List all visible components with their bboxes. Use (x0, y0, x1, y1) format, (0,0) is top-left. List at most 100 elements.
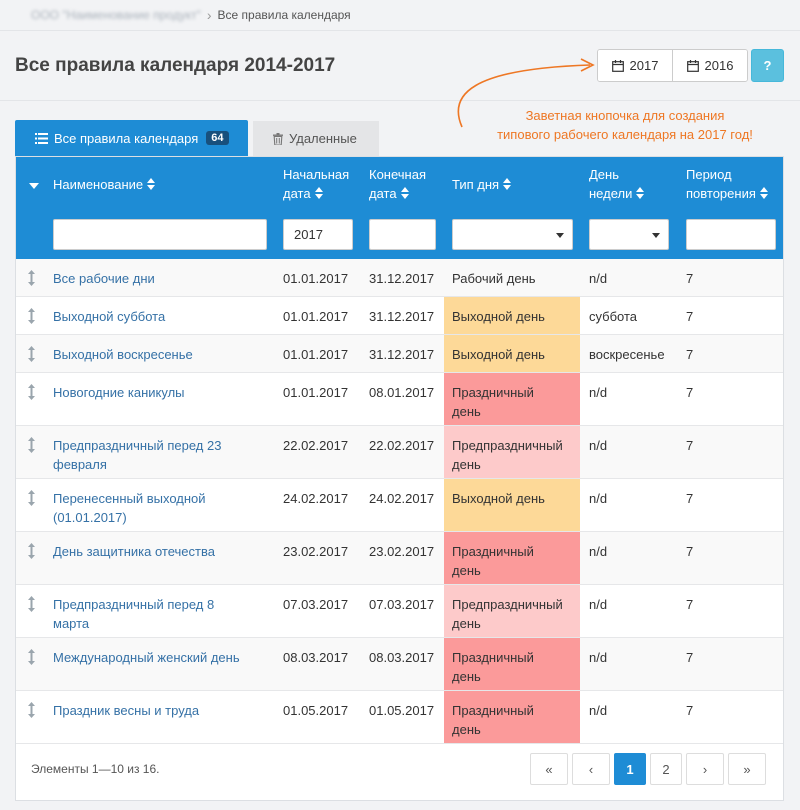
cell-period-text: 7 (686, 491, 694, 506)
cell-start-text: 01.01.2017 (283, 385, 349, 400)
breadcrumb-org-link[interactable]: ООО "Наименование продукт" (31, 8, 201, 22)
cell-type: Праздничный день (444, 638, 580, 690)
filter-type-select[interactable] (452, 219, 573, 250)
pagination-page-1[interactable]: 1 (614, 753, 646, 785)
table-row[interactable]: Предпраздничный перед 8 марта 07.03.2017 07… (16, 585, 783, 638)
cell-weekday-text: n/d (589, 544, 608, 559)
cell-end: 23.02.2017 (369, 532, 449, 584)
table-row[interactable]: День защитника отечества 23.02.2017 23.02.… (16, 532, 783, 585)
cell-name[interactable]: Все рабочие дни (53, 259, 278, 296)
cell-type-text: Предпраздничный (452, 438, 563, 453)
column-header-end[interactable]: Конечная дата (369, 165, 426, 203)
cell-name[interactable]: Выходной суббота (53, 297, 278, 334)
trash-icon (273, 132, 283, 145)
table-row[interactable]: Новогодние каникулы 01.01.2017 08.01.2017 П… (16, 373, 783, 426)
help-button[interactable]: ? (751, 49, 784, 82)
cell-weekday-text: n/d (589, 438, 608, 453)
cell-start-text: 23.02.2017 (283, 544, 349, 559)
column-header-name[interactable]: Наименование (53, 175, 156, 194)
cell-start: 01.01.2017 (283, 259, 363, 296)
filter-period-input[interactable] (686, 219, 776, 250)
filter-name-input[interactable] (53, 219, 267, 250)
cell-name[interactable]: Предпраздничный перед 23 февраля (53, 426, 278, 478)
tab-all-rules[interactable]: Все правила календаря 64 (15, 120, 248, 156)
pagination-next-button[interactable]: › (686, 753, 724, 785)
drag-handle-icon[interactable] (27, 649, 36, 665)
column-header-end-line1: Конечная (369, 167, 427, 182)
chevron-down-icon (652, 233, 660, 238)
cell-name-text: февраля (53, 457, 107, 472)
cell-type-text: день (452, 457, 481, 472)
filter-end-input[interactable] (369, 219, 436, 250)
cell-period-text: 7 (686, 271, 694, 286)
cell-weekday-text: воскресенье (589, 347, 665, 362)
column-header-weekday[interactable]: День недели (589, 165, 645, 203)
table-row[interactable]: Международный женский день 08.03.2017 08.0… (16, 638, 783, 691)
cell-name[interactable]: Перенесенный выходной (01.01.2017) (53, 479, 278, 531)
drag-handle-icon[interactable] (27, 702, 36, 718)
drag-handle-icon[interactable] (27, 596, 36, 612)
filter-weekday-select[interactable] (589, 219, 669, 250)
cell-start: 01.01.2017 (283, 297, 363, 334)
drag-handle-icon[interactable] (27, 490, 36, 506)
callout-line-2: типового рабочего календаря на 2017 год! (497, 127, 753, 142)
cell-name-text: Предпраздничный перед 8 (53, 597, 215, 612)
cell-name[interactable]: Международный женский день (53, 638, 278, 690)
cell-name[interactable]: Новогодние каникулы (53, 373, 278, 425)
cell-type: Рабочий день (444, 259, 580, 296)
cell-type-text: Праздничный (452, 650, 534, 665)
table-row[interactable]: Все рабочие дни 01.01.2017 31.12.2017 Рабоч… (16, 259, 783, 297)
column-header-type[interactable]: Тип дня (452, 175, 512, 194)
year-2016-button[interactable]: 2016 (672, 50, 747, 81)
pagination-last-button[interactable]: » (728, 753, 766, 785)
drag-handle-icon[interactable] (27, 308, 36, 324)
table-row[interactable]: Предпраздничный перед 23 февраля 22.02.201… (16, 426, 783, 479)
drag-handle-icon[interactable] (27, 270, 36, 286)
pagination: « ‹ 1 2 › » (526, 753, 766, 785)
tab-deleted[interactable]: Удаленные (253, 121, 379, 156)
list-icon (35, 132, 48, 144)
cell-end-text: 07.03.2017 (369, 597, 435, 612)
cell-start: 08.03.2017 (283, 638, 363, 690)
cell-end: 22.02.2017 (369, 426, 449, 478)
table-row[interactable]: Выходной суббота 01.01.2017 31.12.2017 Выхо… (16, 297, 783, 335)
cell-start: 23.02.2017 (283, 532, 363, 584)
cell-name[interactable]: Выходной воскресенье (53, 335, 278, 372)
cell-start: 01.01.2017 (283, 373, 363, 425)
cell-weekday: n/d (589, 691, 681, 743)
pagination-prev-button[interactable]: ‹ (572, 753, 610, 785)
cell-name[interactable]: Предпраздничный перед 8 марта (53, 585, 278, 637)
callout-line-1: Заветная кнопочка для создания (525, 108, 725, 123)
tab-deleted-label: Удаленные (289, 131, 357, 146)
cell-start-text: 24.02.2017 (283, 491, 349, 506)
column-header-period[interactable]: Период повторения (686, 165, 768, 203)
cell-name[interactable]: Праздник весны и труда (53, 691, 278, 743)
drag-handle-icon[interactable] (27, 346, 36, 362)
collapse-arrow-icon[interactable] (29, 183, 39, 189)
cell-start: 01.05.2017 (283, 691, 363, 743)
table-row[interactable]: Выходной воскресенье 01.01.2017 31.12.2017… (16, 335, 783, 373)
cell-weekday: суббота (589, 297, 681, 334)
drag-handle-icon[interactable] (27, 384, 36, 400)
cell-period-text: 7 (686, 438, 694, 453)
cell-weekday: n/d (589, 259, 681, 296)
pagination-first-button[interactable]: « (530, 753, 568, 785)
cell-weekday: воскресенье (589, 335, 681, 372)
cell-end: 31.12.2017 (369, 335, 449, 372)
cell-type-text: Выходной день (452, 347, 545, 362)
title-divider (0, 100, 800, 101)
column-header-start[interactable]: Начальная дата (283, 165, 349, 203)
column-header-weekday-line1: День (589, 167, 619, 182)
drag-handle-icon[interactable] (27, 543, 36, 559)
cell-weekday: n/d (589, 426, 681, 478)
cell-type-text: Праздничный (452, 544, 534, 559)
cell-start-text: 01.05.2017 (283, 703, 349, 718)
cell-name[interactable]: День защитника отечества (53, 532, 278, 584)
table-row[interactable]: Праздник весны и труда 01.05.2017 01.05.20… (16, 691, 783, 744)
cell-period: 7 (686, 335, 776, 372)
drag-handle-icon[interactable] (27, 437, 36, 453)
filter-start-input[interactable]: 2017 (283, 219, 353, 250)
pagination-page-2[interactable]: 2 (650, 753, 682, 785)
table-row[interactable]: Перенесенный выходной (01.01.2017) 24.02.2… (16, 479, 783, 532)
cell-type-text: Выходной день (452, 491, 545, 506)
